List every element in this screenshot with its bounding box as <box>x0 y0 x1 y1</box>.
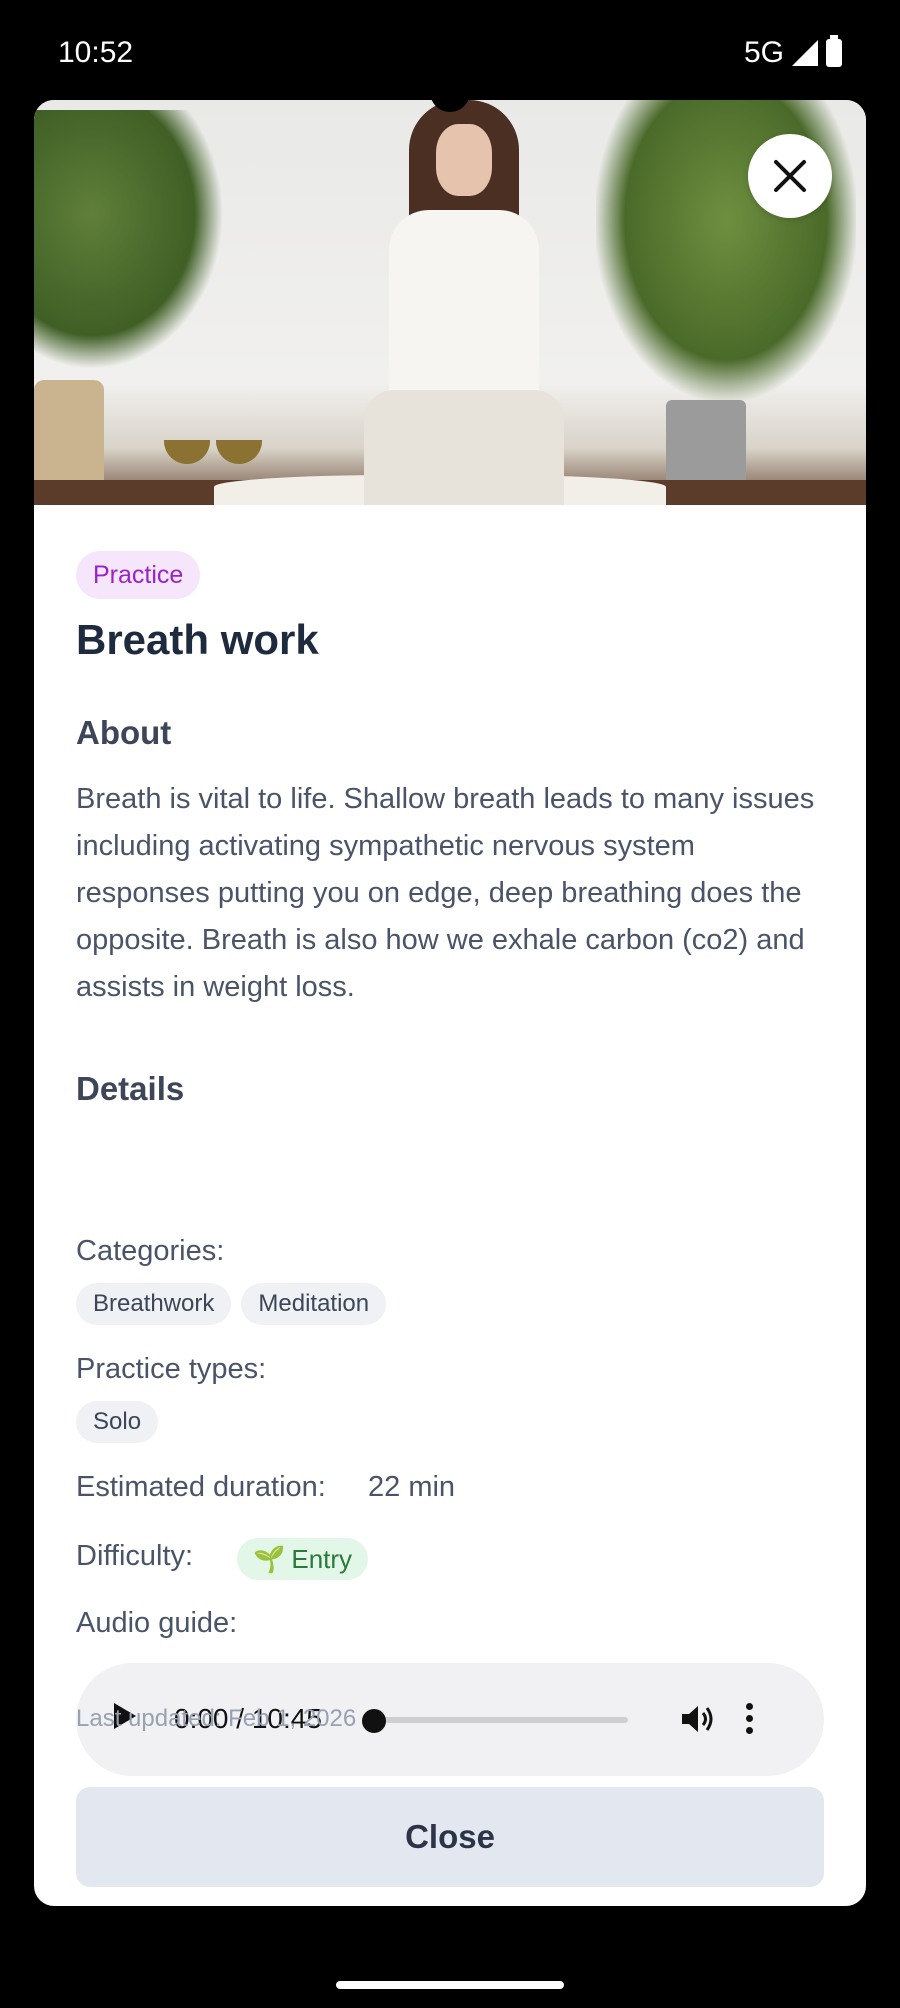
duration-label: Estimated duration: <box>76 1471 326 1503</box>
difficulty-label: Difficulty: <box>76 1540 194 1572</box>
practice-types-label: Practice types: <box>76 1353 267 1385</box>
singing-bowl <box>216 440 262 464</box>
pot-right <box>666 400 746 490</box>
difficulty-badge: 🌱 Entry <box>237 1538 369 1580</box>
close-modal-button[interactable] <box>748 134 832 218</box>
last-updated: Last updated: Feb 1, 2026 <box>76 1705 357 1732</box>
categories-label: Categories: <box>76 1235 225 1267</box>
home-indicator[interactable] <box>336 1981 564 1989</box>
audio-progress-thumb[interactable] <box>362 1709 386 1733</box>
more-options-icon[interactable] <box>746 1703 754 1735</box>
category-chip: Meditation <box>241 1283 387 1325</box>
categories-chips: Breathwork Meditation <box>76 1283 387 1325</box>
details-heading: Details <box>76 1070 185 1107</box>
page-title: Breath work <box>76 616 319 663</box>
singing-bowl <box>164 440 210 464</box>
signal-icon <box>792 40 818 66</box>
hero-video-image <box>34 100 866 505</box>
difficulty-value: Entry <box>291 1543 353 1574</box>
audio-guide-label: Audio guide: <box>76 1607 238 1639</box>
about-text: Breath is vital to life. Shallow breath … <box>76 783 815 1003</box>
close-button[interactable]: Close <box>76 1787 824 1887</box>
practice-modal: Practice Breath work About Breath is vit… <box>34 100 866 1906</box>
practice-types-chips: Solo <box>76 1401 159 1443</box>
audio-progress-track[interactable] <box>368 1717 628 1723</box>
volume-icon[interactable] <box>680 1703 716 1735</box>
plant-left <box>34 110 224 370</box>
seedling-icon: 🌱 <box>253 1543 286 1574</box>
practice-tag: Practice <box>76 551 201 599</box>
status-icons: 5G <box>743 35 842 70</box>
close-icon <box>774 160 806 192</box>
category-chip: Breathwork <box>76 1283 232 1325</box>
battery-icon <box>826 35 842 67</box>
duration-value: 22 min <box>368 1471 456 1503</box>
status-bar: 10:52 5G <box>0 0 900 100</box>
practice-type-chip: Solo <box>76 1401 159 1443</box>
status-time: 10:52 <box>58 36 134 69</box>
about-heading: About <box>76 714 172 751</box>
network-label: 5G <box>743 36 784 69</box>
instructor <box>364 100 564 505</box>
